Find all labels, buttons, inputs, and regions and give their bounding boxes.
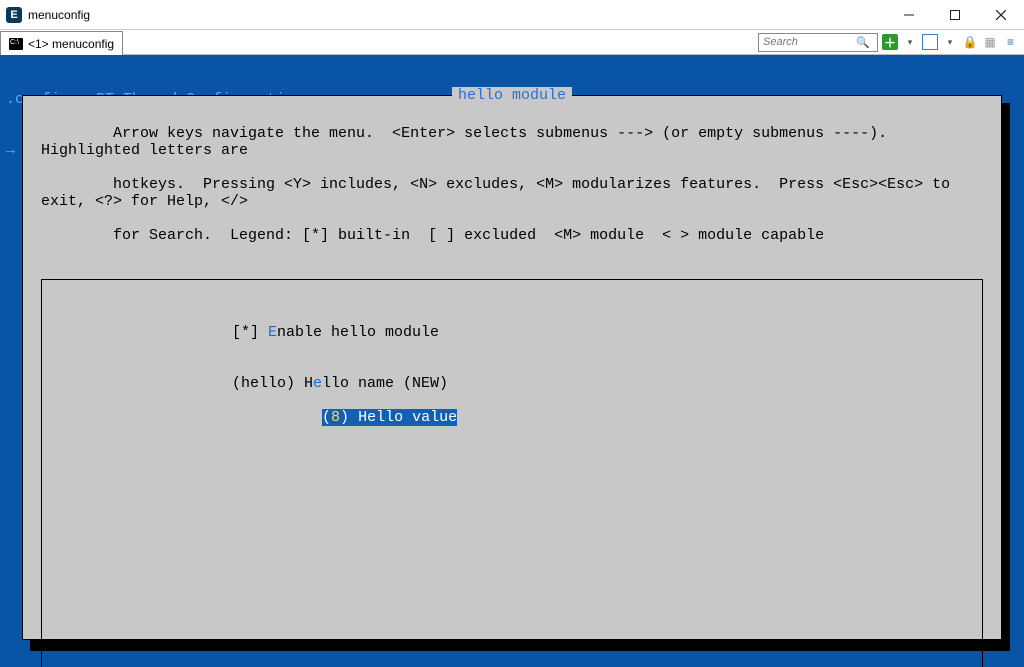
- window-split-dropdown-icon[interactable]: ▾: [942, 34, 958, 50]
- terminal-area: .config - RT-Thread Configuration → hell…: [0, 55, 1024, 667]
- window-title: menuconfig: [28, 8, 90, 22]
- menu-item-hello-name[interactable]: (hello) Hello name (NEW): [232, 375, 457, 392]
- tabs: <1> menuconfig: [0, 30, 123, 54]
- menu-item-enable-hello-module[interactable]: [*] Enable hello module: [232, 324, 457, 341]
- dialog-panel-wrap: hello module Arrow keys navigate the men…: [22, 95, 1002, 645]
- terminal-icon: [9, 38, 23, 50]
- new-tab-button[interactable]: ＋: [882, 34, 898, 50]
- search-input[interactable]: [759, 36, 855, 48]
- help-text: Arrow keys navigate the menu. <Enter> se…: [41, 108, 983, 261]
- window-split-button[interactable]: [922, 34, 938, 50]
- search-icon[interactable]: 🔍: [855, 36, 871, 49]
- new-tab-dropdown-icon[interactable]: ▾: [902, 34, 918, 50]
- app-icon: E: [6, 7, 22, 23]
- tab-menuconfig[interactable]: <1> menuconfig: [0, 31, 123, 55]
- doc-icon[interactable]: ▦: [982, 34, 998, 50]
- menu-lines-icon[interactable]: ≡: [1002, 34, 1018, 50]
- minimize-button[interactable]: [886, 0, 932, 29]
- tabbar-tools: 🔍 ＋ ▾ ▾ 🔒 ▦ ≡: [758, 30, 1024, 54]
- window-controls: [886, 0, 1024, 29]
- maximize-button[interactable]: [932, 0, 978, 29]
- lock-icon[interactable]: 🔒: [962, 34, 978, 50]
- tab-label: <1> menuconfig: [28, 37, 114, 51]
- panel-title: hello module: [452, 87, 572, 104]
- window-titlebar: E menuconfig: [0, 0, 1024, 30]
- search-box[interactable]: 🔍: [758, 33, 878, 52]
- menu-item-hello-value[interactable]: (8) Hello value: [322, 409, 457, 426]
- titlebar-left: E menuconfig: [0, 7, 90, 23]
- menu-items: [*] Enable hello module (hello) Hello na…: [232, 290, 457, 443]
- close-button[interactable]: [978, 0, 1024, 29]
- menu-list-box: [*] Enable hello module (hello) Hello na…: [41, 279, 983, 667]
- tabbar: <1> menuconfig 🔍 ＋ ▾ ▾ 🔒 ▦ ≡: [0, 30, 1024, 55]
- dialog-panel: hello module Arrow keys navigate the men…: [22, 95, 1002, 640]
